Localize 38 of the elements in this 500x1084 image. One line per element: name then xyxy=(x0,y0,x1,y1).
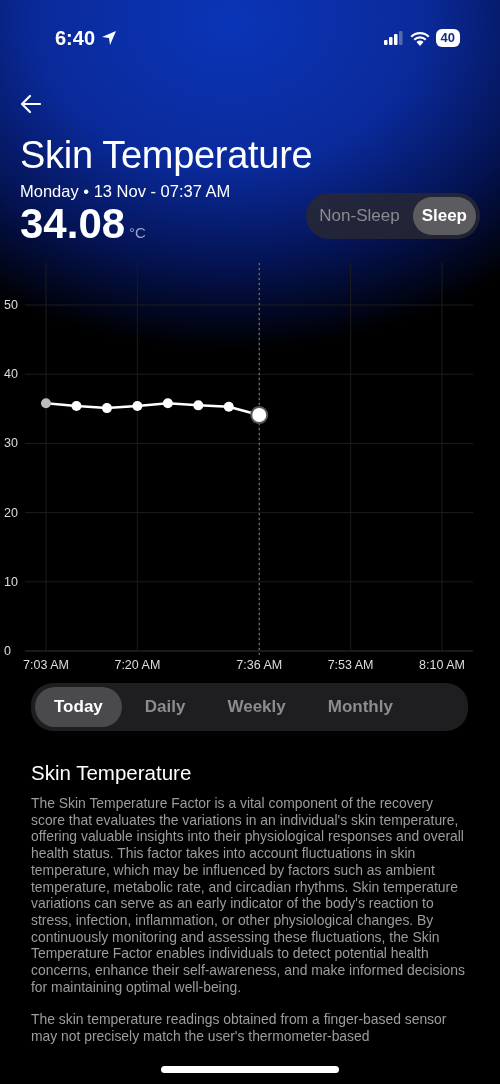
data-point xyxy=(41,398,51,409)
data-point xyxy=(193,400,204,411)
selected-point[interactable] xyxy=(250,406,269,425)
back-arrow-icon[interactable] xyxy=(20,94,42,114)
status-time: 6:40 xyxy=(55,26,96,50)
axis-label: 7:20 AM xyxy=(114,658,161,672)
axis-label: 7:36 AM xyxy=(236,658,283,672)
description-paragraph: The skin temperature readings obtained from a finger-based sensor may not precisely match the user's thermometer-based xyxy=(31,1011,448,1045)
axis-label: 30 xyxy=(4,436,18,451)
description-paragraph: The Skin Temperature Factor is a vital component of the recovery score that evaluates the variations in an individual's skin temperature, offering valuable insights into their physiological responses and overall health status. This factor takes into account fluctuations in skin temperature, which may be influenced by factors such as ambient temperature, metabolic rate, and circadian rhythms. Skin temperature variations can serve as an early indicator of the body's reaction to stress, infection, inflammation, or other physiological changes. By continuously monitoring and assessing these fluctuations, the Skin Temperature Factor enables individuals to detect potential health concerns, enhance their self-awareness, and make informed decisions for maintaining optimal well-being. xyxy=(31,795,466,996)
data-point xyxy=(162,398,173,409)
toggle-option[interactable]: Sleep xyxy=(412,197,476,235)
axis-label: 10 xyxy=(4,574,18,589)
location-arrow-icon xyxy=(101,30,118,46)
wifi-icon xyxy=(409,30,430,46)
temperature-unit: °C xyxy=(129,224,146,241)
axis-label: 0 xyxy=(4,644,11,658)
period-tab[interactable]: Daily xyxy=(125,687,205,727)
data-point xyxy=(132,401,143,412)
axis-label: 7:03 AM xyxy=(23,658,69,672)
data-point xyxy=(71,401,82,412)
signal-icon xyxy=(383,31,404,45)
axis-label: 50 xyxy=(4,298,18,312)
axis-label: 7:53 AM xyxy=(327,658,374,672)
toggle-option[interactable]: Non-Sleep xyxy=(310,197,409,235)
data-point xyxy=(223,401,234,412)
period-tab[interactable]: Monthly xyxy=(308,687,412,727)
battery-indicator: 40 xyxy=(435,29,460,47)
axis-label: 40 xyxy=(4,367,18,382)
page-title: Skin Temperature xyxy=(20,133,314,178)
reading-date: Monday • 13 Nov - 07:37 AM xyxy=(20,182,231,201)
axis-label: 8:10 AM xyxy=(419,658,465,672)
axis-label: 20 xyxy=(4,505,18,520)
data-point xyxy=(101,403,112,414)
period-tab[interactable]: Weekly xyxy=(208,687,305,727)
period-tab[interactable]: Today xyxy=(35,687,122,727)
section-title: Skin Temperature xyxy=(31,761,193,785)
temperature-value: 34.08 xyxy=(20,200,126,247)
